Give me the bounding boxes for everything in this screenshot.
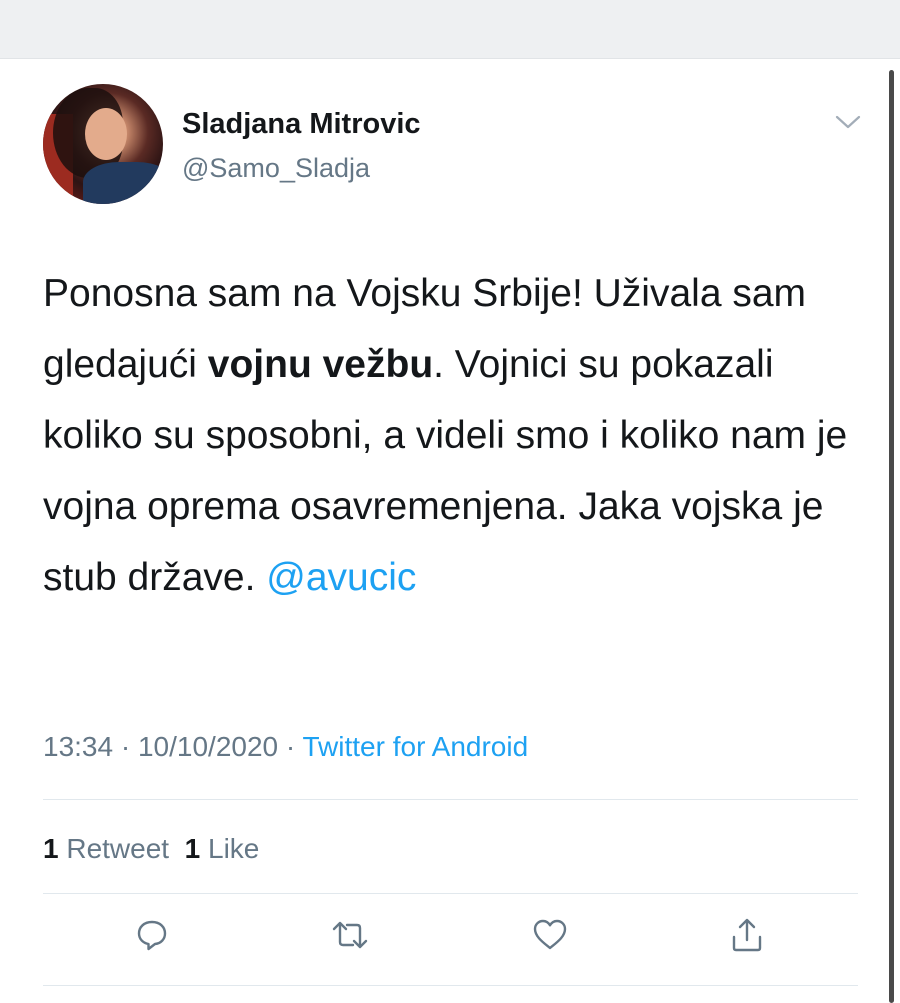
user-handle[interactable]: @Samo_Sladja — [182, 153, 370, 184]
tweet-source-link[interactable]: Twitter for Android — [303, 731, 529, 762]
scrollbar[interactable] — [889, 70, 894, 1003]
tweet-card: Sladjana Mitrovic @Samo_Sladja Ponosna s… — [0, 58, 900, 1003]
mention-link[interactable]: @avucic — [266, 556, 416, 599]
like-label: Like — [208, 833, 260, 864]
meta-separator: · — [113, 731, 138, 762]
tweet-stats: 1 Retweet 1 Like — [43, 833, 259, 865]
retweet-label: Retweet — [66, 833, 170, 864]
divider — [43, 985, 858, 986]
meta-separator: · — [278, 731, 303, 762]
share-icon — [732, 918, 762, 952]
avatar-face — [85, 108, 127, 160]
share-button[interactable] — [725, 913, 769, 957]
like-button[interactable] — [528, 913, 572, 957]
like-icon — [533, 919, 567, 950]
like-count: 1 — [184, 833, 201, 864]
avatar-shirt — [83, 162, 163, 204]
chevron-down-icon[interactable] — [833, 112, 863, 132]
tweet-text-bold: vojnu vežbu — [207, 343, 434, 386]
retweet-icon — [332, 921, 368, 949]
action-bar — [0, 913, 900, 973]
top-bar — [0, 0, 900, 59]
reply-button[interactable] — [130, 913, 174, 957]
retweet-stat[interactable]: 1 Retweet — [43, 833, 169, 864]
tweet-time: 13:34 — [43, 731, 114, 762]
divider — [43, 799, 858, 800]
retweet-count: 1 — [43, 833, 59, 864]
user-name[interactable]: Sladjana Mitrovic — [182, 108, 421, 141]
tweet-meta: 13:34 · 10/10/2020 · Twitter for Android — [43, 731, 528, 763]
retweet-button[interactable] — [328, 913, 372, 957]
avatar[interactable] — [43, 84, 163, 204]
tweet-text: Ponosna sam na Vojsku Srbije! Uživala sa… — [43, 258, 863, 613]
divider — [43, 893, 858, 894]
like-stat[interactable]: 1 Like — [185, 833, 260, 864]
tweet-date: 10/10/2020 — [137, 731, 279, 762]
reply-icon — [137, 920, 167, 951]
